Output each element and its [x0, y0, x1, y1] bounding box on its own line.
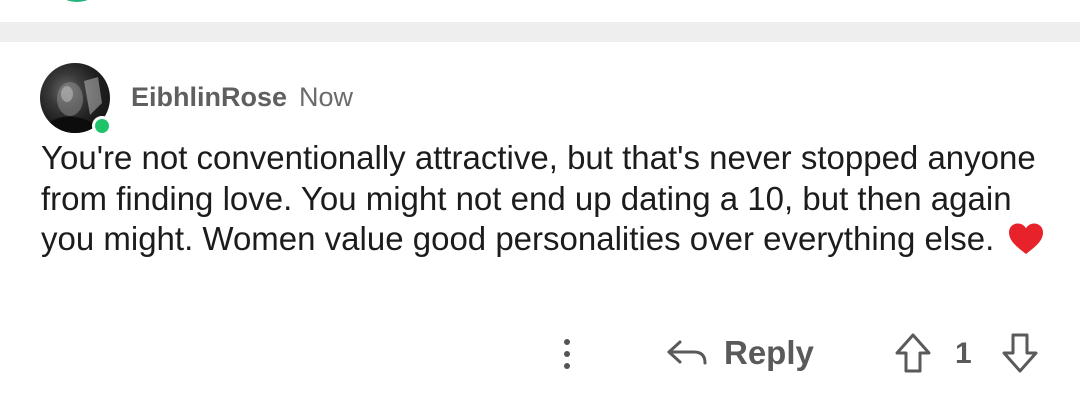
- comment-meta: EibhlinRose Now: [131, 82, 353, 116]
- previous-avatar-edge: [54, 0, 100, 2]
- online-status-indicator: [92, 116, 112, 136]
- more-dot-icon: [564, 363, 570, 369]
- comment-timestamp: Now: [299, 82, 354, 112]
- more-dot-icon: [564, 339, 570, 345]
- comment-text: You're not conventionally attractive, bu…: [41, 139, 1036, 257]
- section-divider: [0, 22, 1080, 42]
- heart-emoji-icon: [1007, 222, 1045, 266]
- vote-count: 1: [955, 337, 972, 370]
- upvote-button[interactable]: [893, 331, 933, 375]
- reply-label: Reply: [724, 334, 814, 371]
- more-options-button[interactable]: [553, 335, 581, 373]
- comment-author[interactable]: EibhlinRose: [131, 82, 287, 113]
- downvote-button[interactable]: [1000, 331, 1040, 375]
- upvote-arrow-icon: [895, 333, 931, 373]
- comment-body: You're not conventionally attractive, bu…: [41, 138, 1051, 266]
- comment-actions: Reply 1: [0, 325, 1080, 385]
- downvote-arrow-icon: [1002, 333, 1038, 373]
- more-dot-icon: [564, 351, 570, 357]
- previous-item-area: [0, 0, 1080, 22]
- reply-arrow-icon: [667, 340, 707, 365]
- reply-button[interactable]: Reply: [666, 331, 814, 375]
- avatar-container[interactable]: [40, 63, 112, 136]
- comment-thread-screen: EibhlinRose Now You're not conventionall…: [0, 0, 1080, 400]
